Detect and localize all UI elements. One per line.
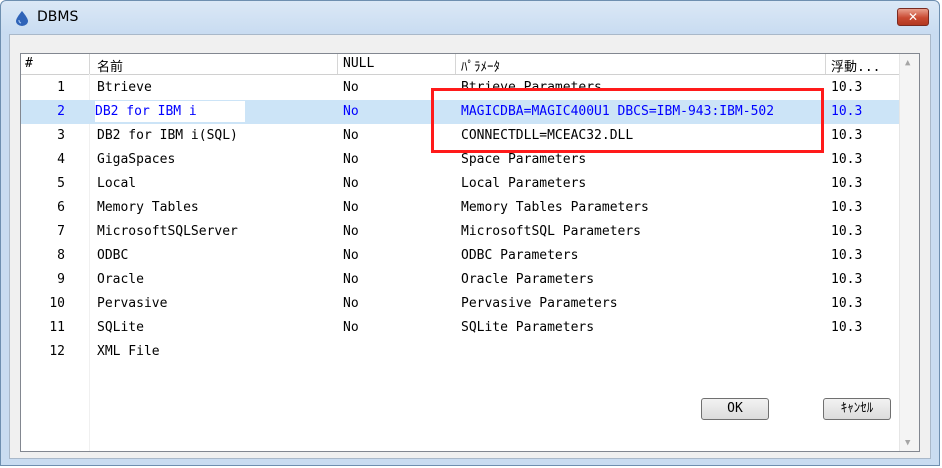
scroll-down-icon[interactable]: ▼ xyxy=(905,438,910,448)
col-header-float[interactable]: 浮動... xyxy=(831,56,880,75)
cell-parameters[interactable]: Pervasive Parameters xyxy=(461,296,618,311)
cell-float[interactable]: 10.3 xyxy=(831,224,862,239)
cell-float[interactable]: 10.3 xyxy=(831,272,862,287)
cell-float[interactable]: 10.3 xyxy=(831,176,862,191)
row-number: 10 xyxy=(49,296,65,311)
app-drop-icon xyxy=(16,11,28,26)
cell-null[interactable]: No xyxy=(343,296,359,311)
cell-name[interactable]: Pervasive xyxy=(97,296,167,311)
cell-name[interactable]: DB2 for IBM i xyxy=(95,104,197,119)
cell-name[interactable]: XML File xyxy=(97,344,160,359)
cell-parameters[interactable]: Local Parameters xyxy=(461,176,586,191)
cell-float[interactable]: 10.3 xyxy=(831,320,862,335)
header-separator[interactable] xyxy=(337,54,338,74)
table-row[interactable]: 9 Oracle No Oracle Parameters 10.3 xyxy=(21,268,901,292)
cell-float[interactable]: 10.3 xyxy=(831,80,862,95)
annotation-highlight-box xyxy=(431,88,824,153)
row-number: 11 xyxy=(49,320,65,335)
cell-name[interactable]: Oracle xyxy=(97,272,144,287)
cell-null[interactable]: No xyxy=(343,224,359,239)
cell-parameters[interactable]: ODBC Parameters xyxy=(461,248,578,263)
cell-null[interactable]: No xyxy=(343,176,359,191)
cell-parameters[interactable]: Oracle Parameters xyxy=(461,272,594,287)
ok-button[interactable]: OK xyxy=(701,398,769,420)
cell-float[interactable]: 10.3 xyxy=(831,128,862,143)
cell-float[interactable]: 10.3 xyxy=(831,152,862,167)
row-number: 8 xyxy=(57,248,65,263)
table-row[interactable]: 10 Pervasive No Pervasive Parameters 10.… xyxy=(21,292,901,316)
row-number: 5 xyxy=(57,176,65,191)
cell-null[interactable]: No xyxy=(343,248,359,263)
cancel-button[interactable]: ｷｬﾝｾﾙ xyxy=(823,398,891,420)
cell-name[interactable]: MicrosoftSQLServer xyxy=(97,224,238,239)
cell-parameters[interactable]: Space Parameters xyxy=(461,152,586,167)
col-header-null[interactable]: NULL xyxy=(343,56,374,71)
vertical-scrollbar[interactable]: ▲ ▼ xyxy=(899,54,919,451)
cell-null[interactable]: No xyxy=(343,152,359,167)
cell-null[interactable]: No xyxy=(343,272,359,287)
row-number: 3 xyxy=(57,128,65,143)
table-row[interactable]: 5 Local No Local Parameters 10.3 xyxy=(21,172,901,196)
close-button[interactable]: ✕ xyxy=(897,8,929,26)
cell-parameters[interactable]: MicrosoftSQL Parameters xyxy=(461,224,641,239)
cell-name[interactable]: ODBC xyxy=(97,248,128,263)
row-number: 6 xyxy=(57,200,65,215)
cell-null[interactable]: No xyxy=(343,104,359,119)
table-row[interactable]: 12 XML File xyxy=(21,340,901,364)
cell-null[interactable]: No xyxy=(343,200,359,215)
cell-parameters[interactable]: Memory Tables Parameters xyxy=(461,200,649,215)
dbms-window: DBMS ✕ # 名前 NULL ﾊﾟﾗﾒｰﾀ 浮動... 1 Btrieve … xyxy=(0,0,940,466)
header-separator[interactable] xyxy=(89,54,90,74)
table-row[interactable]: 8 ODBC No ODBC Parameters 10.3 xyxy=(21,244,901,268)
title-bar[interactable]: DBMS ✕ xyxy=(1,1,939,35)
table-header: # 名前 NULL ﾊﾟﾗﾒｰﾀ 浮動... xyxy=(21,54,901,75)
table-row[interactable]: 6 Memory Tables No Memory Tables Paramet… xyxy=(21,196,901,220)
cell-float[interactable]: 10.3 xyxy=(831,200,862,215)
row-number: 7 xyxy=(57,224,65,239)
table-row[interactable]: 11 SQLite No SQLite Parameters 10.3 xyxy=(21,316,901,340)
cell-name[interactable]: SQLite xyxy=(97,320,144,335)
cell-float[interactable]: 10.3 xyxy=(831,296,862,311)
row-number: 9 xyxy=(57,272,65,287)
header-separator[interactable] xyxy=(825,54,826,74)
row-number: 2 xyxy=(57,104,65,119)
col-header-name[interactable]: 名前 xyxy=(97,56,123,75)
cell-parameters[interactable]: SQLite Parameters xyxy=(461,320,594,335)
col-header-parameters[interactable]: ﾊﾟﾗﾒｰﾀ xyxy=(461,56,500,75)
cell-name[interactable]: DB2 for IBM i(SQL) xyxy=(97,128,238,143)
cell-null[interactable]: No xyxy=(343,320,359,335)
col-header-number[interactable]: # xyxy=(25,56,33,71)
row-number: 12 xyxy=(49,344,65,359)
cell-name[interactable]: GigaSpaces xyxy=(97,152,175,167)
window-title: DBMS xyxy=(37,9,79,25)
close-icon: ✕ xyxy=(907,10,919,24)
cell-name[interactable]: Memory Tables xyxy=(97,200,199,215)
scroll-up-icon[interactable]: ▲ xyxy=(905,58,910,68)
cell-null[interactable]: No xyxy=(343,128,359,143)
cell-null[interactable]: No xyxy=(343,80,359,95)
cell-float[interactable]: 10.3 xyxy=(831,104,862,119)
cell-float[interactable]: 10.3 xyxy=(831,248,862,263)
header-separator[interactable] xyxy=(455,54,456,74)
cell-name[interactable]: Btrieve xyxy=(97,80,152,95)
row-number: 1 xyxy=(57,80,65,95)
table-row[interactable]: 7 MicrosoftSQLServer No MicrosoftSQL Par… xyxy=(21,220,901,244)
cell-name[interactable]: Local xyxy=(97,176,136,191)
row-number: 4 xyxy=(57,152,65,167)
name-edit-field[interactable]: DB2 for IBM i xyxy=(95,101,245,122)
